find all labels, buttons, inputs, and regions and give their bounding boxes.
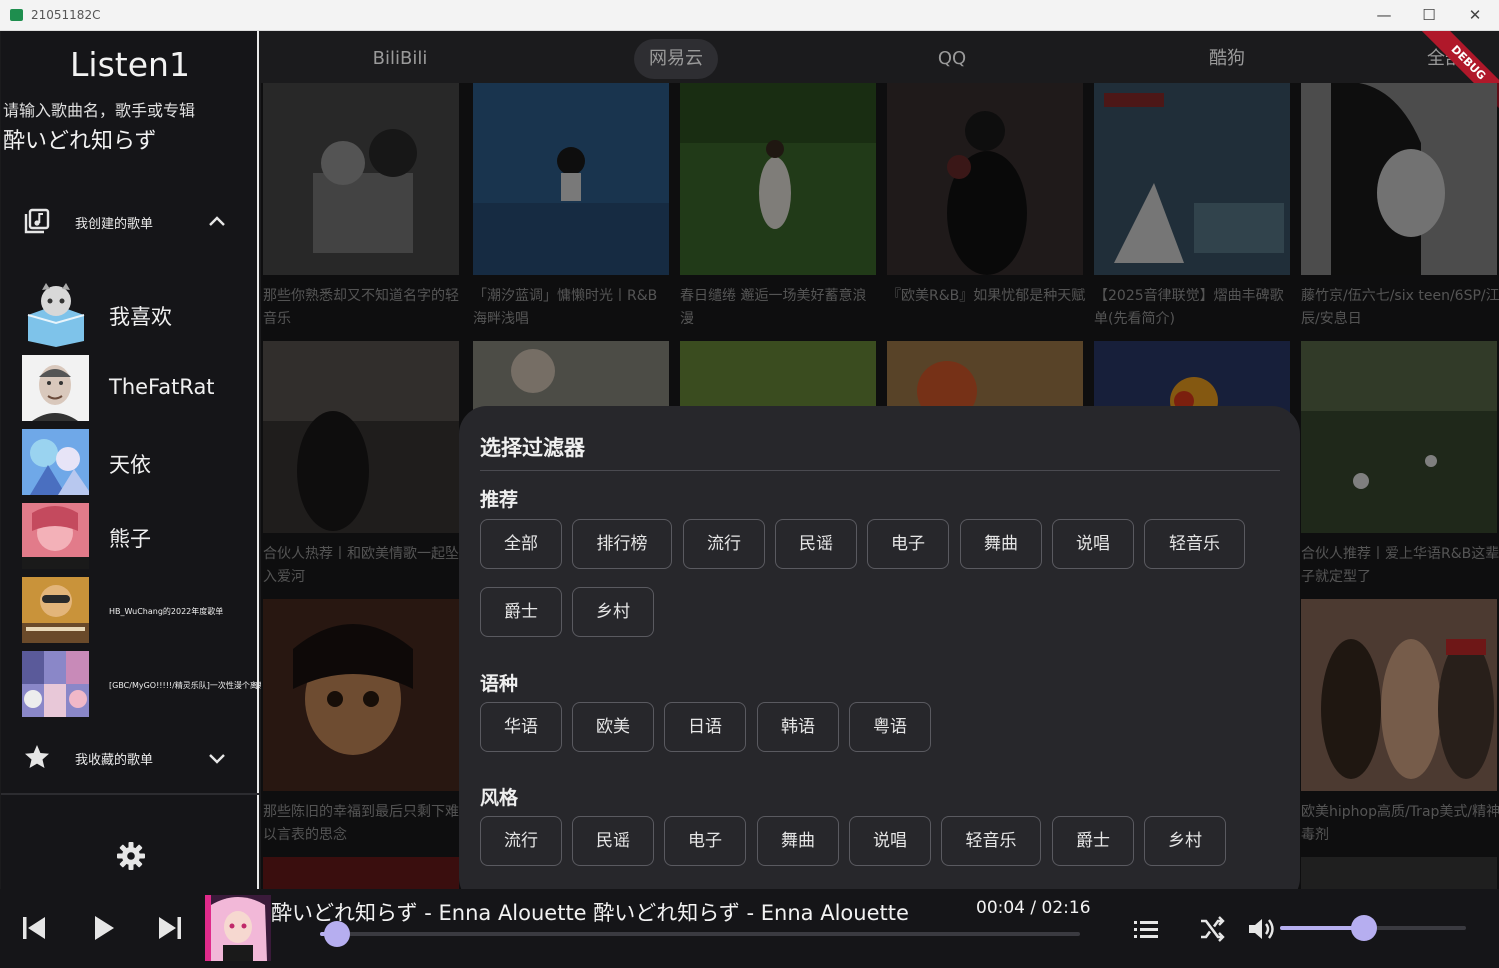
play-icon[interactable] (86, 911, 120, 945)
sidebar: Listen1 请输入歌曲名，歌手或专辑 酔いどれ知らず 我创建的歌单 我喜欢 (1, 31, 274, 889)
search-input[interactable]: 酔いどれ知らず (3, 123, 157, 155)
playlist-name: 熊子 (109, 527, 151, 551)
now-playing-title: 酔いどれ知らず - Enna Alouette 酔いどれ知らず - Enna A… (271, 901, 909, 925)
filter-group-title: 推荐 (480, 489, 519, 511)
favorite-playlists-header[interactable]: 我收藏的歌单 (1, 737, 259, 777)
chevron-up-icon[interactable] (206, 211, 228, 233)
tab-qq[interactable]: QQ (887, 39, 1017, 79)
main-panel: BiliBili 网易云 QQ 酷狗 全部 DEBUG 那些你熟悉却又不知道名字… (261, 31, 1499, 889)
window-title: 21051182C (31, 8, 101, 22)
source-tabs: BiliBili 网易云 QQ 酷狗 全部 DEBUG (261, 31, 1499, 117)
app-icon (10, 9, 23, 21)
my-playlists-label: 我创建的歌单 (75, 217, 154, 232)
playlist-cover (22, 651, 89, 717)
favorite-playlists-label: 我收藏的歌单 (75, 753, 154, 768)
filter-chip[interactable]: 排行榜 (572, 519, 672, 569)
shuffle-icon[interactable] (1198, 915, 1226, 943)
playlist-music-icon (24, 208, 50, 234)
sidebar-divider (1, 793, 259, 795)
playlist-item[interactable]: TheFatRat (22, 355, 258, 423)
search-placeholder[interactable]: 请输入歌曲名，歌手或专辑 (3, 97, 195, 121)
filter-sheet-divider (480, 470, 1280, 471)
skip-previous-icon[interactable] (17, 911, 51, 945)
player-bar: 酔いどれ知らず - Enna Alouette 酔いどれ知らず - Enna A… (0, 889, 1499, 968)
filter-chip[interactable]: 华语 (480, 702, 562, 752)
playlist-name: HB_WuChang的2022年度歌单 (109, 607, 224, 616)
app-name: Listen1 (70, 45, 190, 84)
filter-chip[interactable]: 粤语 (849, 702, 931, 752)
filter-chip[interactable]: 说唱 (849, 816, 931, 866)
filter-chip[interactable]: 轻音乐 (1144, 519, 1245, 569)
filter-chip[interactable]: 爵士 (480, 587, 562, 637)
volume-handle[interactable] (1350, 915, 1377, 941)
filter-chip[interactable]: 流行 (683, 519, 765, 569)
filter-chip[interactable]: 电子 (867, 519, 949, 569)
filter-chip[interactable]: 爵士 (1052, 816, 1134, 866)
filter-sheet: 选择过滤器 推荐 全部 排行榜 流行 民谣 电子 舞曲 说唱 轻音乐 爵士 乡村… (459, 406, 1300, 889)
playlist-name: 我喜欢 (109, 305, 172, 329)
playlist-name: 天依 (109, 453, 151, 477)
filter-sheet-title: 选择过滤器 (480, 436, 585, 460)
filter-chip[interactable]: 民谣 (775, 519, 857, 569)
playlist-cover (22, 503, 89, 569)
playlist-cover (22, 429, 89, 495)
star-icon (25, 745, 49, 768)
now-playing-cover[interactable] (205, 895, 271, 961)
playlist-cover (22, 577, 89, 643)
maximize-button[interactable]: ☐ (1406, 4, 1452, 28)
progress-handle[interactable] (323, 921, 350, 947)
playlist-name: TheFatRat (109, 375, 215, 399)
filter-group-title: 语种 (480, 673, 519, 695)
volume-icon[interactable] (1246, 915, 1276, 943)
filter-chip[interactable]: 日语 (664, 702, 746, 752)
tab-kugou[interactable]: 酷狗 (1162, 39, 1292, 79)
filter-chip[interactable]: 舞曲 (960, 519, 1042, 569)
filter-chip[interactable]: 韩语 (757, 702, 839, 752)
tab-netease[interactable]: 网易云 (634, 39, 718, 79)
window-titlebar: 21051182C — ☐ ✕ (0, 0, 1499, 31)
playlist-item[interactable]: [GBC/MyGO!!!!!/精灵乐队]一次性漫个离系列 (22, 651, 274, 719)
skip-next-icon[interactable] (153, 911, 187, 945)
filter-chip[interactable]: 流行 (480, 816, 562, 866)
filter-chip[interactable]: 说唱 (1052, 519, 1134, 569)
filter-chip[interactable]: 轻音乐 (941, 816, 1041, 866)
playlist-cover (22, 281, 89, 347)
playlist-item[interactable]: 熊子 (22, 503, 258, 571)
filter-chip[interactable]: 全部 (480, 519, 562, 569)
filter-chip[interactable]: 欧美 (572, 702, 654, 752)
playlist-name: [GBC/MyGO!!!!!/精灵乐队]一次性漫个离系列 (109, 681, 274, 690)
playlist-item[interactable]: 我喜欢 (22, 281, 258, 349)
filter-group-title: 风格 (480, 787, 519, 809)
filter-chip[interactable]: 乡村 (572, 587, 654, 637)
filter-chip[interactable]: 舞曲 (757, 816, 839, 866)
progress-bar[interactable] (320, 932, 1080, 936)
playlist-item[interactable]: 天依 (22, 429, 258, 497)
filter-chip[interactable]: 民谣 (572, 816, 654, 866)
playback-time: 00:04 / 02:16 (976, 898, 1091, 918)
chevron-down-icon[interactable] (206, 747, 228, 769)
filter-chip[interactable]: 电子 (664, 816, 746, 866)
queue-list-icon[interactable] (1132, 917, 1160, 941)
filter-chip[interactable]: 乡村 (1144, 816, 1226, 866)
playlist-item[interactable]: HB_WuChang的2022年度歌单 (22, 577, 258, 645)
close-button[interactable]: ✕ (1452, 4, 1498, 28)
playlist-cover (22, 355, 89, 421)
minimize-button[interactable]: — (1361, 4, 1407, 28)
gear-icon[interactable] (116, 841, 146, 871)
my-playlists-header[interactable]: 我创建的歌单 (1, 201, 259, 241)
tab-bilibili[interactable]: BiliBili (335, 39, 465, 79)
